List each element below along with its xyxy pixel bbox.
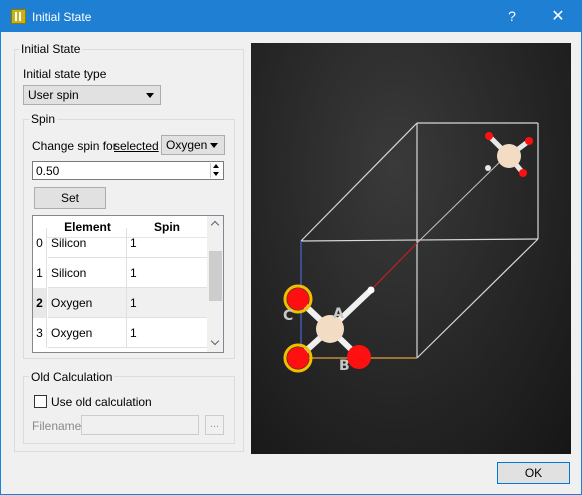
row-element[interactable]: Oxygen — [48, 288, 127, 318]
browse-button: ... — [205, 415, 224, 435]
table-scrollbar[interactable] — [207, 216, 223, 352]
scroll-down-icon[interactable] — [210, 336, 220, 346]
initial-state-type-label: Initial state type — [23, 67, 107, 81]
row-spin[interactable]: 1 — [127, 318, 207, 348]
row-index: 1 — [33, 258, 47, 288]
spin-stepper[interactable] — [210, 163, 222, 178]
structure-viewport[interactable]: A B C — [251, 43, 571, 454]
element-select[interactable]: Oxygen — [161, 135, 225, 155]
window-title: Initial State — [32, 10, 92, 24]
row-element[interactable]: Oxygen — [48, 318, 127, 348]
scroll-up-icon[interactable] — [210, 220, 220, 230]
app-icon — [11, 9, 26, 24]
help-button[interactable]: ? — [489, 1, 535, 32]
row-index: 0 — [33, 228, 47, 258]
table-row[interactable]: 0 Silicon 1 — [33, 228, 207, 258]
row-index: 2 — [33, 288, 47, 318]
oxygen-atom-small[interactable] — [367, 286, 375, 294]
chevron-down-icon — [210, 143, 218, 148]
oxygen-atom[interactable] — [347, 345, 371, 369]
axis-z-line — [370, 242, 418, 291]
filename-label: Filename — [32, 419, 82, 433]
dialog-window: Initial State ? ✕ Initial State Initial … — [0, 0, 582, 495]
row-spin[interactable]: 1 — [127, 258, 207, 288]
atom-label-b: B — [339, 358, 350, 374]
element-select-value: Oxygen — [166, 138, 208, 152]
table-row-selected[interactable]: 2 Oxygen 1 — [33, 288, 207, 318]
ok-button[interactable]: OK — [497, 462, 570, 484]
change-spin-label: Change spin for — [32, 139, 117, 153]
row-index: 3 — [33, 318, 47, 348]
structure-canvas[interactable]: A B C — [251, 43, 571, 454]
cell-diagonal — [416, 152, 510, 244]
spin-value-input[interactable]: 0.50 — [32, 161, 224, 180]
chevron-down-icon — [146, 93, 154, 98]
set-button[interactable]: Set — [34, 187, 106, 209]
title-bar[interactable]: Initial State ? ✕ — [1, 1, 581, 32]
atom-label-c: C — [283, 308, 293, 324]
filename-input — [81, 415, 199, 435]
initial-state-group-label: Initial State — [19, 42, 83, 56]
table-row[interactable]: 1 Silicon 1 — [33, 258, 207, 288]
use-old-calculation-checkbox[interactable] — [34, 395, 47, 408]
oxygen-atom-selected[interactable] — [287, 288, 309, 310]
stepper-down-icon[interactable] — [213, 172, 219, 176]
use-old-calculation-label[interactable]: Use old calculation — [51, 395, 152, 409]
old-calculation-group-label: Old Calculation — [29, 370, 115, 384]
row-element[interactable]: Silicon — [48, 258, 127, 288]
spin-group-label: Spin — [29, 112, 58, 126]
initial-state-type-value: User spin — [28, 88, 79, 102]
spin-value-text: 0.50 — [36, 164, 60, 178]
selected-link[interactable]: selected — [114, 139, 159, 153]
close-button[interactable]: ✕ — [535, 1, 581, 32]
row-spin[interactable]: 1 — [127, 228, 207, 258]
stepper-up-icon[interactable] — [213, 164, 219, 168]
row-spin[interactable]: 1 — [127, 288, 207, 318]
initial-state-type-select[interactable]: User spin — [23, 85, 161, 105]
spin-table[interactable]: Element Spin 0 Silicon 1 1 Silicon 1 2 O… — [32, 215, 224, 353]
atom-label-a: A — [333, 306, 344, 322]
silicon-cluster-top[interactable] — [485, 132, 533, 177]
scroll-thumb[interactable] — [209, 251, 222, 301]
oxygen-atom-selected[interactable] — [287, 347, 309, 369]
row-element[interactable]: Silicon — [48, 228, 127, 258]
table-row[interactable]: 3 Oxygen 1 — [33, 318, 207, 348]
